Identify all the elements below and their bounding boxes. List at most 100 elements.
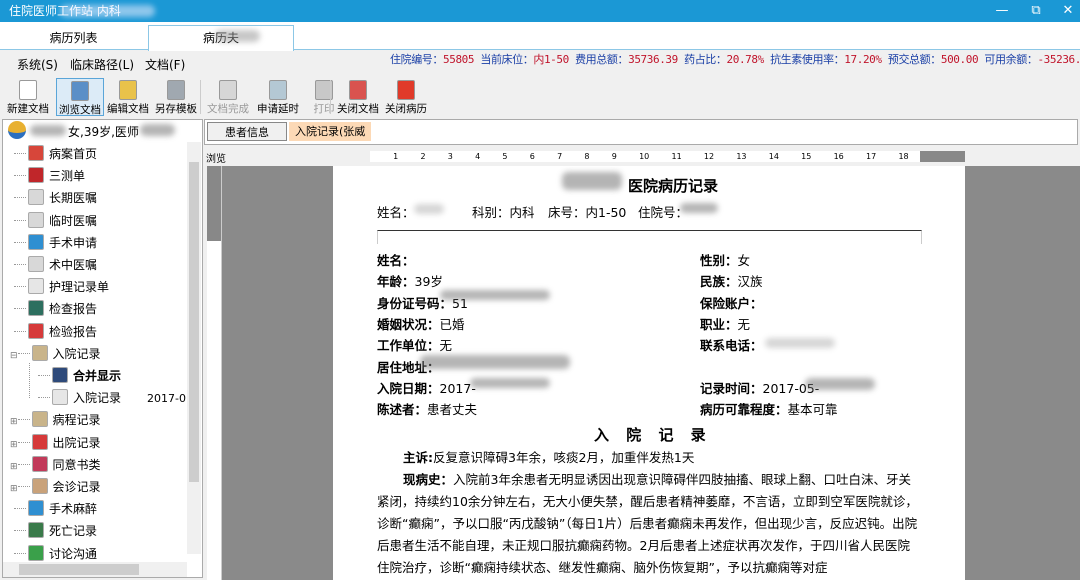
page-background <box>965 166 1080 580</box>
lab-report-icon <box>28 322 44 339</box>
redaction <box>414 204 444 214</box>
hospital-title: 医院病历记录 <box>628 177 719 195</box>
header-rule <box>377 230 922 244</box>
menu-document[interactable]: 文档(F) <box>145 56 185 73</box>
status-key: 费用总额： <box>568 53 629 66</box>
patient-avatar-icon <box>8 121 26 139</box>
field-label: 职业： <box>700 316 738 332</box>
tree-item[interactable]: 检验报告 <box>14 322 97 342</box>
restore-button[interactable]: ⧉ <box>1018 0 1054 22</box>
toolbar-button-edit-document[interactable]: 编辑文档 <box>104 78 152 116</box>
temporary-order-icon <box>28 211 44 228</box>
toolbar-button-label: 关闭文档 <box>337 103 379 115</box>
field-right: 职业：无 <box>700 314 750 333</box>
tree-item-label: 术中医嘱 <box>49 258 98 272</box>
tree-item[interactable]: 病案首页 <box>14 144 97 164</box>
vertical-ruler <box>207 166 222 580</box>
tree-item[interactable]: 临时医嘱 <box>14 211 97 231</box>
tree-connector <box>14 552 26 554</box>
status-key: 当前床位： <box>474 53 534 66</box>
ruler-tick: 4 <box>475 152 481 161</box>
tree-connector <box>17 486 30 487</box>
tree-vertical-scrollbar[interactable] <box>187 142 201 554</box>
toolbar-button-complete-document[interactable]: 文档完成 <box>204 78 252 116</box>
menu-clinical-path[interactable]: 临床路径(L) <box>70 56 134 73</box>
status-value: 55805 <box>443 53 475 66</box>
tree-item[interactable]: 护理记录单 <box>14 277 109 297</box>
tab-record-list[interactable]: 病历列表 <box>0 26 147 50</box>
ruler-margin <box>920 151 965 162</box>
field-right: 性别：女 <box>700 250 750 269</box>
doc-tab-admission-record[interactable]: 入院记录(张威 <box>289 122 372 141</box>
tree-item[interactable]: ⊞ 同意书类 <box>10 455 101 475</box>
tree-item-label: 护理记录单 <box>49 280 110 295</box>
tree-item[interactable]: ⊞ 病程记录 <box>10 410 101 430</box>
horizontal-ruler: 1 2 3 4 5 6 7 8 9 10 11 12 13 14 15 16 17 18 <box>370 151 920 162</box>
field-label: 保险账户： <box>700 295 763 311</box>
tree-item[interactable]: ⊞ 会诊记录 <box>10 477 101 497</box>
field-left: 工作单位：无 <box>377 335 452 354</box>
status-key: 药占比： <box>677 53 727 66</box>
close-document-icon <box>349 80 367 100</box>
field-value: 无 <box>737 316 751 332</box>
doc-tab-patient-info[interactable]: 患者信息 <box>207 122 287 141</box>
tree-item[interactable]: ⊟ 入院记录 <box>10 344 101 364</box>
field-label: 入院日期： <box>377 380 440 396</box>
ruler-tick: 12 <box>703 152 715 161</box>
field-left: 婚姻状况：已婚 <box>377 314 465 333</box>
tree-item[interactable]: 三测单 <box>14 166 85 186</box>
tree-item[interactable]: 手术申请 <box>14 233 97 253</box>
toolbar-button-close-document[interactable]: 关闭文档 <box>334 78 382 116</box>
expand-icon[interactable]: ⊞ <box>10 484 18 494</box>
tree-item[interactable]: 入院记录 2017-0 <box>38 388 186 408</box>
ruler-tick: 18 <box>898 152 909 161</box>
tree-item[interactable]: 讨论沟通 <box>14 544 97 564</box>
field-label: 联系电话： <box>700 338 763 354</box>
toolbar-button-close-record[interactable]: 关闭病历 <box>382 78 430 116</box>
toolbar-button-request-delay[interactable]: 申请延时 <box>254 78 302 116</box>
field-label: 婚姻状况： <box>377 316 440 332</box>
toolbar-button-new-document[interactable]: 新建文档 <box>4 78 52 116</box>
status-value: 内1-50 <box>533 53 569 66</box>
tree-item[interactable]: 死亡记录 <box>14 521 97 541</box>
field-value: 已婚 <box>439 316 465 332</box>
tree-item-label: 手术麻醉 <box>49 502 98 517</box>
expand-icon[interactable]: ⊞ <box>10 462 18 472</box>
header-name: 姓名： <box>377 205 415 220</box>
field-left: 姓名： <box>377 250 415 269</box>
close-button[interactable]: ✕ <box>1050 0 1080 22</box>
tree-item[interactable]: 术中医嘱 <box>14 255 97 275</box>
tree-connector <box>17 352 30 354</box>
tree-horizontal-scrollbar[interactable] <box>3 562 187 577</box>
field-left: 年龄：39岁 <box>377 271 443 290</box>
field-left: 入院日期：2017- <box>377 378 476 397</box>
tree-item[interactable]: 长期医嘱 <box>14 188 97 208</box>
tree-item-label: 病案首页 <box>49 147 98 161</box>
discussion-icon <box>28 544 44 561</box>
menu-system[interactable]: 系统(S) <box>17 56 58 73</box>
minimize-button[interactable]: — <box>984 0 1020 22</box>
ruler-tick: 16 <box>833 152 844 161</box>
tree-item[interactable]: 合并显示 <box>38 366 121 386</box>
expand-icon[interactable]: ⊞ <box>10 440 18 450</box>
title-bar: 住院医师工作站 内科 <box>0 0 1080 22</box>
toolbar-separator <box>200 80 201 114</box>
status-item: 当前床位：内1-50 <box>474 53 569 66</box>
new-document-icon <box>19 80 37 100</box>
tree-item[interactable]: 检查报告 <box>14 299 97 319</box>
chief-complaint-text: 反复意识障碍3年余，咳痰2月，加重伴发热1天 <box>433 450 695 465</box>
field-right: 民族：汉族 <box>700 271 763 290</box>
toolbar-button-save-template[interactable]: 另存模板 <box>152 78 200 116</box>
collapse-icon[interactable]: ⊟ <box>10 351 18 361</box>
field-value: 39岁 <box>414 274 443 290</box>
tree-connector <box>14 219 26 221</box>
expand-icon[interactable]: ⊞ <box>10 417 18 427</box>
toolbar-button-browse-document[interactable]: 浏览文档 <box>56 78 104 116</box>
tree-item-label: 会诊记录 <box>52 480 101 494</box>
tree-item[interactable]: 手术麻醉 <box>14 499 97 519</box>
page-background <box>222 166 333 580</box>
redaction <box>30 125 66 136</box>
tree-item[interactable]: ⊞ 出院记录 <box>10 433 101 453</box>
tree-connector <box>14 264 26 265</box>
intraop-order-icon <box>28 256 44 272</box>
